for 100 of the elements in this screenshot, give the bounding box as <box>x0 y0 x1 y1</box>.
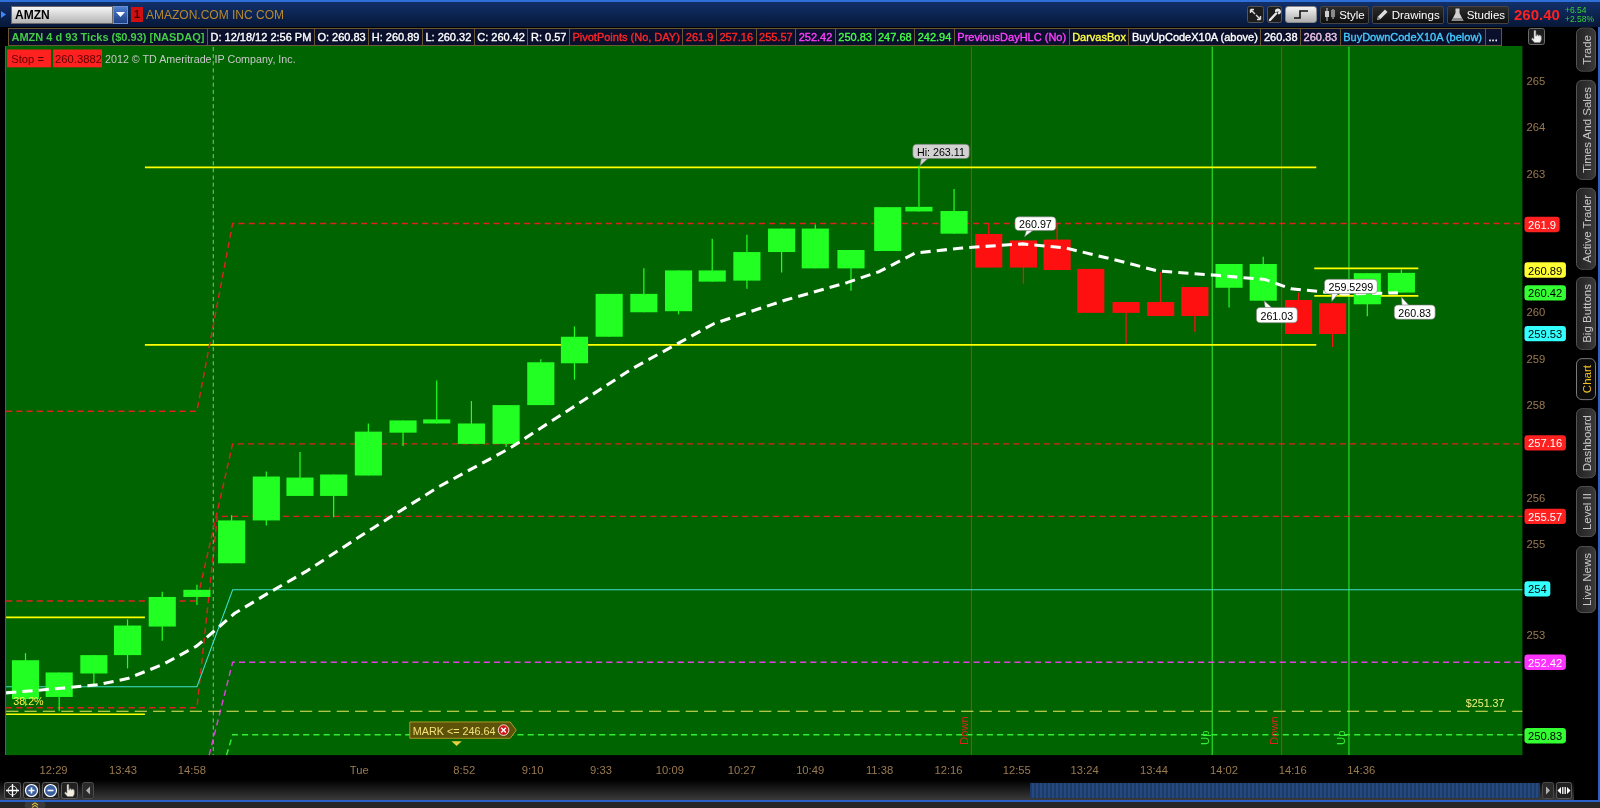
legend-item: 257.16 <box>715 28 756 46</box>
up-candle <box>114 618 142 669</box>
price-tag: 260.42 <box>1524 285 1566 301</box>
time-axis-label: 12:16 <box>934 764 963 777</box>
symbol-field[interactable]: AMZN <box>11 5 113 24</box>
legend-item: 252.42 <box>795 28 835 46</box>
hand-icon[interactable] <box>61 781 78 799</box>
side-tab[interactable]: Level II <box>1576 486 1596 538</box>
zoom-in-icon[interactable] <box>23 781 40 799</box>
price-tag: 250.83 <box>1524 728 1566 744</box>
up-candle <box>286 451 314 497</box>
side-tab[interactable]: Active Trader <box>1576 187 1596 270</box>
price-callout: Hi: 263.11 <box>912 144 970 167</box>
side-tab[interactable]: Trade <box>1576 28 1596 72</box>
crosshair-icon[interactable] <box>4 781 21 799</box>
company-name: AMAZON.COM INC COM <box>146 7 284 22</box>
price-callout: 260.97 <box>1014 216 1057 238</box>
legend-item: PreviousDayHLC (No) <box>953 28 1069 46</box>
price-callout: 261.03 <box>1256 300 1298 324</box>
price-axis-label: 264 <box>1526 121 1546 134</box>
price-tag: 259.53 <box>1524 326 1566 342</box>
time-axis-label: 13:24 <box>1070 764 1099 777</box>
legend-item: 260.38 <box>1260 28 1301 46</box>
side-tab[interactable]: Times And Sales <box>1576 79 1596 180</box>
legend-item: BuyDownCodeX10A (below) <box>1339 28 1485 46</box>
expand-icon[interactable] <box>1556 781 1572 799</box>
time-axis-label: 14:36 <box>1347 764 1376 777</box>
price-axis-label: 263 <box>1526 167 1546 180</box>
legend-item: BuyUpCodeX10A (above) <box>1128 28 1261 46</box>
legend-item: 242.94 <box>914 28 954 46</box>
triangle-icon[interactable] <box>1 11 6 18</box>
caret-icon <box>116 12 125 17</box>
up-candle <box>148 591 176 642</box>
price-callout: 260.83 <box>1393 296 1436 320</box>
up-candle <box>45 671 73 712</box>
hand-icon[interactable] <box>1528 28 1545 45</box>
time-axis-label: 10:27 <box>727 764 756 777</box>
time-axis-label: 14:58 <box>177 764 206 777</box>
time-axis-label: 13:44 <box>1140 764 1169 777</box>
up-candle <box>423 380 451 425</box>
legend-item: D: 12/18/12 2:56 PM <box>206 28 314 46</box>
style-button[interactable]: Style <box>1320 5 1369 24</box>
wrench-icon[interactable] <box>1267 6 1283 23</box>
up-candle <box>389 419 417 447</box>
order-tag[interactable]: MARK <= 246.64 <box>409 721 517 739</box>
price-axis-label: 265 <box>1526 74 1546 87</box>
down-candle <box>1112 301 1140 345</box>
legend-item: R: 0.57 <box>527 28 569 46</box>
double-chevron-icon[interactable] <box>23 802 47 808</box>
zoom-out-icon[interactable] <box>42 781 59 799</box>
stop-price-badge: 260.3882 <box>53 49 103 68</box>
price-axis-label: 259 <box>1526 353 1546 365</box>
time-axis-label: 14:16 <box>1278 764 1307 777</box>
legend-item: 247.68 <box>874 28 915 46</box>
scrollbar-thumb[interactable] <box>1030 782 1540 798</box>
cancel-icon[interactable] <box>497 724 510 736</box>
price-axis-label: 258 <box>1526 399 1546 412</box>
time-axis-label: 10:49 <box>796 764 825 777</box>
price-axis-label: 256 <box>1526 491 1546 504</box>
step-line-icon <box>1293 10 1310 19</box>
studies-button[interactable]: Studies <box>1446 5 1510 24</box>
down-candle <box>1009 239 1037 285</box>
last-price: 260.40 <box>1514 6 1560 23</box>
chart-mode-button[interactable] <box>1285 6 1318 23</box>
legend-item: 260.83 <box>1300 28 1340 46</box>
side-tab[interactable]: Live News <box>1576 545 1596 613</box>
triangle-marker-icon <box>451 741 462 746</box>
down-candle <box>1181 286 1209 333</box>
up-candle <box>457 400 485 445</box>
time-axis-label: 12:55 <box>1002 764 1031 777</box>
time-axis-label: 11:38 <box>865 764 894 777</box>
drawings-button[interactable]: Drawings <box>1371 5 1444 24</box>
down-candle <box>1319 302 1347 348</box>
legend-item: 255.57 <box>755 28 796 46</box>
dropdown-button[interactable] <box>113 5 128 24</box>
percent-change: +2.58% <box>1564 14 1594 24</box>
price-tag: 255.57 <box>1524 508 1566 524</box>
stop-badge: Stop = <box>7 49 51 68</box>
up-candle <box>320 473 348 518</box>
side-tab[interactable]: Big Buttons <box>1576 277 1596 351</box>
signal-label: Up <box>1335 730 1348 745</box>
flask-icon <box>1450 7 1464 22</box>
up-candle <box>837 249 865 292</box>
signal-label: Down <box>1268 716 1281 745</box>
legend-item: 250.83 <box>834 28 875 46</box>
up-candle <box>874 206 902 252</box>
price-tag: 257.16 <box>1524 435 1566 451</box>
side-tab[interactable]: Dashboard <box>1576 408 1596 479</box>
side-tab[interactable]: Chart <box>1576 358 1596 401</box>
up-candle <box>560 325 589 381</box>
arrows-icon[interactable] <box>1247 6 1265 23</box>
down-candle <box>975 222 1003 269</box>
price-tag: 252.42 <box>1524 654 1566 670</box>
chart-description: AMZN 4 d 93 Ticks ($0.93) [NASDAQ] <box>8 28 207 46</box>
pencil-icon <box>1375 8 1389 21</box>
up-candle <box>733 234 761 290</box>
up-candle <box>940 188 968 235</box>
signal-label: Down <box>957 716 970 745</box>
price-callout: 259.5299 <box>1324 279 1378 302</box>
up-candle <box>630 267 658 313</box>
